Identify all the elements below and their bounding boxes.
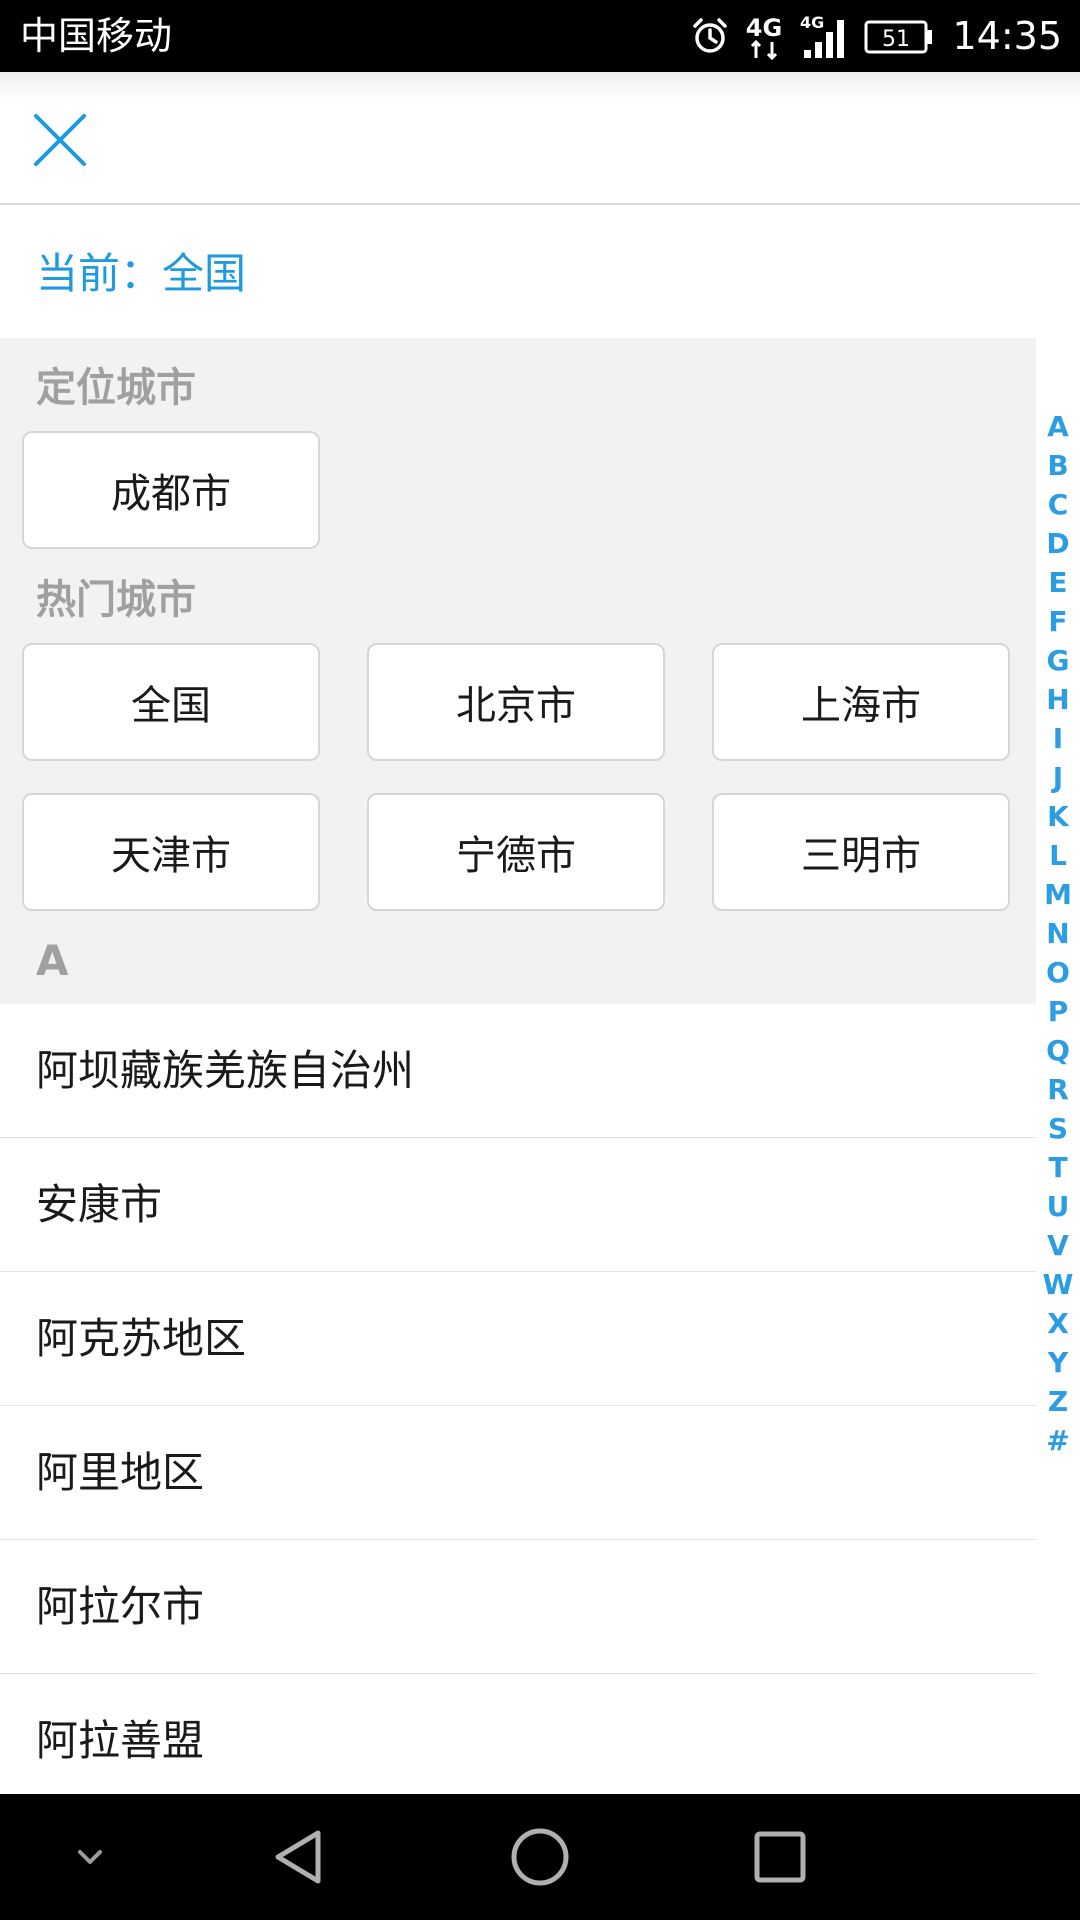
battery-level: 51	[882, 27, 910, 52]
hot-city-button[interactable]: 宁德市	[367, 793, 665, 911]
index-letter[interactable]: B	[1036, 446, 1080, 485]
index-letter[interactable]: I	[1036, 719, 1080, 758]
index-letter[interactable]: G	[1036, 641, 1080, 680]
index-letter[interactable]: W	[1036, 1265, 1080, 1304]
hot-city-button[interactable]: 天津市	[22, 793, 320, 911]
current-city-label: 当前：全国	[36, 249, 247, 298]
hot-section-title: 热门城市	[36, 577, 196, 623]
current-city-row: 当前：全国	[0, 205, 1080, 338]
index-letter[interactable]: Z	[1036, 1382, 1080, 1421]
index-letter[interactable]: P	[1036, 992, 1080, 1031]
city-list-item[interactable]: 阿里地区	[0, 1406, 1036, 1540]
index-letter[interactable]: T	[1036, 1148, 1080, 1187]
city-scroll-area[interactable]: 定位城市 成都市 热门城市 全国 北京市 上海市 天津市 宁德市 三明市 A 阿…	[0, 338, 1036, 1794]
carrier-name: 中国移动	[20, 14, 173, 58]
index-letter[interactable]: N	[1036, 914, 1080, 953]
back-icon	[275, 1830, 321, 1884]
index-letter[interactable]: D	[1036, 524, 1080, 563]
city-list-item[interactable]: 阿拉善盟	[0, 1674, 1036, 1794]
featured-cities-section: 定位城市 成都市 热门城市 全国 北京市 上海市 天津市 宁德市 三明市 A	[0, 338, 1036, 1004]
city-name: 阿里地区	[36, 1448, 205, 1497]
recents-button[interactable]	[735, 1812, 825, 1902]
battery-icon: 51	[864, 20, 933, 54]
index-letter[interactable]: J	[1036, 758, 1080, 797]
hide-nav-button[interactable]	[45, 1812, 135, 1902]
index-letter[interactable]: R	[1036, 1070, 1080, 1109]
city-name: 阿坝藏族羌族自治州	[36, 1046, 415, 1095]
city-list-item[interactable]: 阿克苏地区	[0, 1272, 1036, 1406]
system-nav-bar	[0, 1794, 1080, 1920]
home-icon	[511, 1828, 569, 1886]
index-letter[interactable]: F	[1036, 602, 1080, 641]
city-name: 阿克苏地区	[36, 1314, 247, 1363]
status-bar: 中国移动 4G 4G 51 14:35	[0, 0, 1080, 72]
back-button[interactable]	[255, 1812, 345, 1902]
index-letter[interactable]: #	[1036, 1421, 1080, 1460]
index-letter[interactable]: Y	[1036, 1343, 1080, 1382]
index-letter[interactable]: Q	[1036, 1031, 1080, 1070]
city-name: 安康市	[36, 1180, 163, 1229]
index-letter[interactable]: M	[1036, 875, 1080, 914]
location-city-button[interactable]: 成都市	[22, 431, 320, 549]
alarm-icon	[693, 18, 728, 53]
index-letter[interactable]: L	[1036, 836, 1080, 875]
alphabet-index-bar[interactable]: A B C D E F G H I J K L M N O P Q R S T …	[1036, 407, 1080, 1460]
close-icon	[34, 114, 86, 166]
recents-icon	[754, 1831, 806, 1883]
hot-city-button[interactable]: 全国	[22, 643, 320, 761]
index-letter[interactable]: U	[1036, 1187, 1080, 1226]
index-letter[interactable]: V	[1036, 1226, 1080, 1265]
index-letter[interactable]: O	[1036, 953, 1080, 992]
hot-city-button[interactable]: 北京市	[367, 643, 665, 761]
city-name: 阿拉尔市	[36, 1582, 205, 1631]
chevron-down-icon	[78, 1850, 102, 1864]
index-letter[interactable]: C	[1036, 485, 1080, 524]
close-button[interactable]	[22, 102, 98, 178]
signal-icon: 4G	[800, 13, 845, 58]
city-list-item[interactable]: 安康市	[0, 1138, 1036, 1272]
hot-city-button[interactable]: 上海市	[712, 643, 1010, 761]
home-button[interactable]	[495, 1812, 585, 1902]
city-list-item[interactable]: 阿拉尔市	[0, 1540, 1036, 1674]
letter-section-header: A	[36, 936, 69, 985]
clock: 14:35	[952, 14, 1062, 58]
index-letter[interactable]: S	[1036, 1109, 1080, 1148]
status-icons: 4G 4G 51 14:35	[690, 10, 1062, 62]
location-section-title: 定位城市	[36, 365, 196, 411]
city-list: 阿坝藏族羌族自治州 安康市 阿克苏地区 阿里地区 阿拉尔市 阿拉善盟	[0, 1004, 1036, 1794]
city-name: 阿拉善盟	[36, 1716, 205, 1765]
index-letter[interactable]: X	[1036, 1304, 1080, 1343]
network-type-1: 4G	[746, 14, 782, 42]
network-type-2: 4G	[800, 13, 824, 32]
index-letter[interactable]: A	[1036, 407, 1080, 446]
city-list-item[interactable]: 阿坝藏族羌族自治州	[0, 1004, 1036, 1138]
index-letter[interactable]: E	[1036, 563, 1080, 602]
hot-city-button[interactable]: 三明市	[712, 793, 1010, 911]
index-letter[interactable]: H	[1036, 680, 1080, 719]
top-bar	[0, 72, 1080, 205]
data-4g-icon: 4G	[746, 14, 783, 60]
index-letter[interactable]: K	[1036, 797, 1080, 836]
